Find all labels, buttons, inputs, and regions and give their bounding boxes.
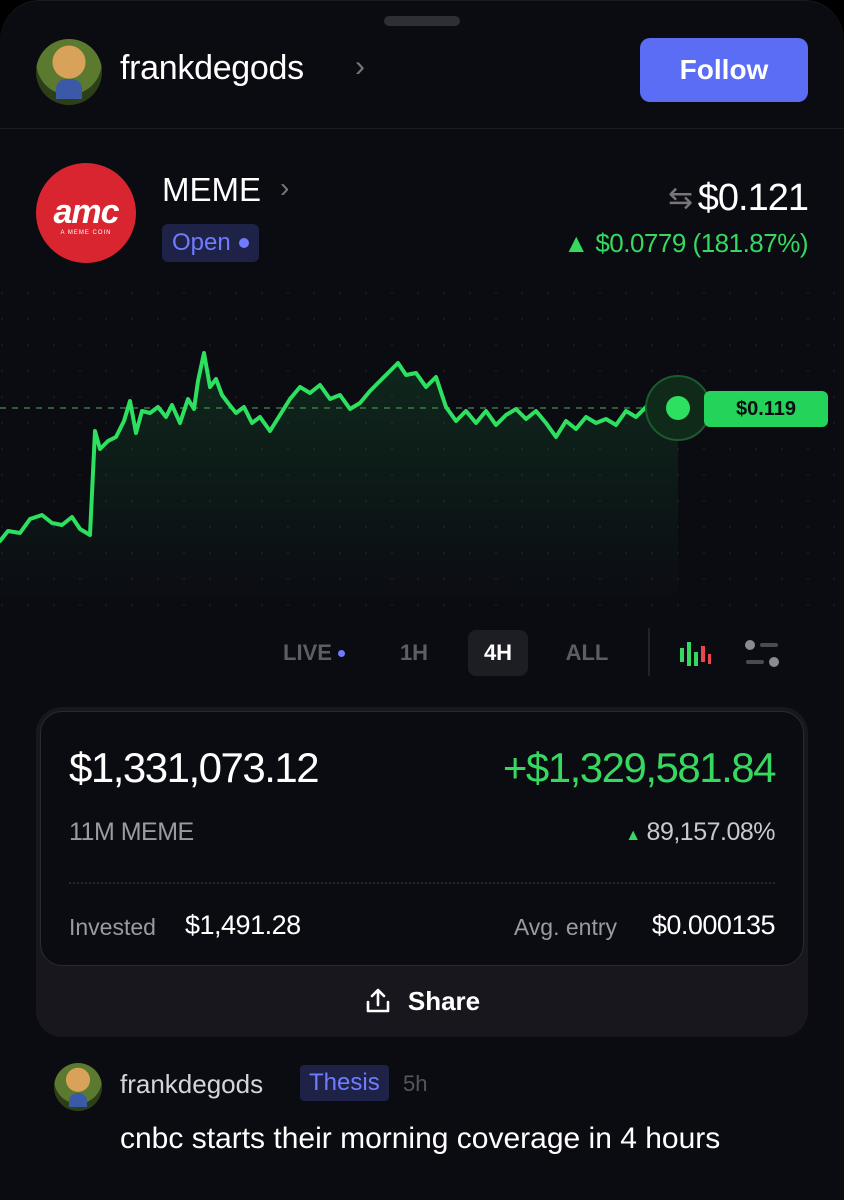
market-status-badge: Open (162, 224, 259, 262)
candlestick-icon[interactable] (676, 638, 712, 670)
thesis-badge: Thesis (300, 1065, 389, 1101)
position-panel: $1,331,073.12 +$1,329,581.84 11M MEME ▲ 8… (36, 707, 808, 1037)
app-screen: frankdegods › Follow amc A MEME COIN MEM… (0, 0, 844, 1200)
coin-logo-tagline: A MEME COIN (60, 230, 112, 236)
avg-entry-value: $0.000135 (651, 910, 776, 940)
avg-entry-label: Avg. entry (513, 914, 617, 940)
holdings-amount: 11M MEME (69, 818, 194, 846)
swap-arrows-icon[interactable]: ⇆ (668, 181, 693, 216)
sheet-grabber[interactable] (384, 16, 460, 26)
coin-logo-text: amc (53, 193, 119, 231)
market-status-label: Open (172, 229, 231, 256)
coin-name[interactable]: MEME (162, 171, 261, 209)
share-button[interactable]: Share (36, 969, 808, 1033)
follow-button[interactable]: Follow (640, 38, 808, 102)
username-link[interactable]: frankdegods (120, 49, 304, 88)
tab-live[interactable]: LIVE (268, 630, 360, 676)
comment-avatar[interactable] (54, 1063, 102, 1111)
current-price-tag: $0.119 (704, 391, 828, 427)
comment-item: frankdegods Thesis 5h cnbc starts their … (0, 1061, 844, 1200)
tab-4h[interactable]: 4H (468, 630, 528, 676)
chevron-right-icon[interactable]: › (280, 172, 289, 204)
dotted-divider (69, 882, 775, 884)
coin-logo[interactable]: amc A MEME COIN (36, 163, 136, 263)
position-card: $1,331,073.12 +$1,329,581.84 11M MEME ▲ 8… (40, 711, 804, 966)
chevron-right-icon[interactable]: › (355, 50, 365, 84)
comment-username[interactable]: frankdegods (120, 1069, 263, 1100)
share-label: Share (407, 985, 481, 1016)
current-price-dot[interactable] (666, 396, 690, 420)
comment-timestamp: 5h (403, 1071, 428, 1096)
share-icon (366, 988, 390, 1013)
price-change: ▲ $0.0779 (181.87%) (563, 228, 808, 258)
tab-all[interactable]: ALL (556, 630, 618, 676)
user-avatar[interactable] (36, 39, 102, 105)
timeframe-selector: LIVE 1H 4H ALL (0, 626, 844, 682)
chart-settings-icon[interactable] (742, 636, 782, 672)
profile-header: frankdegods › Follow (0, 31, 844, 129)
price-chart[interactable] (0, 291, 844, 611)
tab-live-label: LIVE (283, 640, 332, 665)
status-dot-icon (238, 238, 249, 248)
invested-label: Invested (69, 914, 156, 940)
position-value: $1,331,073.12 (69, 744, 320, 791)
toolbar-divider (648, 628, 650, 676)
current-price: $0.121 (697, 177, 809, 219)
live-dot-icon (337, 649, 345, 657)
tab-1h[interactable]: 1H (386, 630, 442, 676)
position-pnl: +$1,329,581.84 (502, 744, 777, 791)
pnl-percent-value: 89,157.08% (646, 818, 776, 846)
comment-text: cnbc starts their morning coverage in 4 … (120, 1122, 721, 1155)
up-triangle-icon: ▲ (625, 827, 641, 844)
invested-value: $1,491.28 (185, 910, 301, 940)
pnl-percent: ▲ 89,157.08% (625, 818, 775, 847)
